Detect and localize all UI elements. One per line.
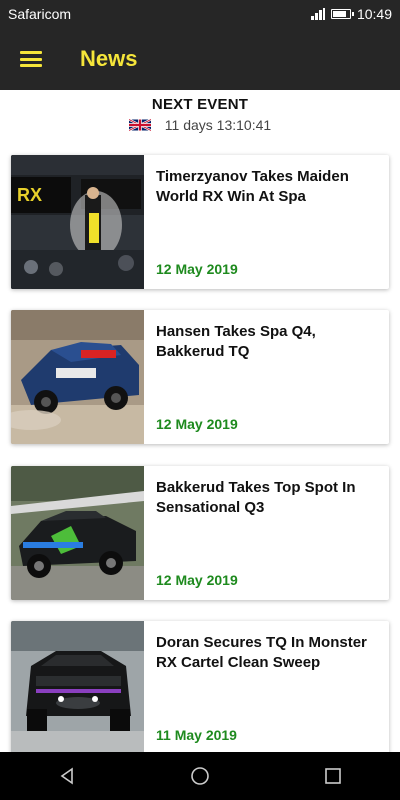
news-card[interactable]: RX Timerzyanov Takes Maiden World RX Win… bbox=[11, 155, 389, 289]
hamburger-menu-icon[interactable] bbox=[20, 51, 42, 67]
countdown-row: 11 days 13:10:41 bbox=[0, 117, 400, 133]
news-thumbnail: RX bbox=[11, 155, 144, 289]
signal-icon bbox=[310, 8, 325, 20]
news-title: Bakkerud Takes Top Spot In Sensational Q… bbox=[156, 479, 356, 516]
news-info: Hansen Takes Spa Q4, Bakkerud TQ 12 May … bbox=[144, 310, 389, 444]
app-bar: News bbox=[0, 28, 400, 90]
page-title: News bbox=[80, 46, 138, 71]
news-date: 11 May 2019 bbox=[156, 727, 237, 743]
battery-icon bbox=[330, 9, 354, 19]
status-icons: 10:49 bbox=[310, 6, 392, 22]
next-event-section: NEXT EVENT 11 days 13:10:41 bbox=[0, 96, 400, 133]
news-date: 12 May 2019 bbox=[156, 416, 238, 432]
status-bar: Safaricom 10:49 bbox=[0, 0, 400, 28]
news-title: Doran Secures TQ In Monster RX Cartel Cl… bbox=[156, 634, 367, 671]
recents-icon[interactable] bbox=[313, 756, 353, 796]
countdown-timer: 11 days 13:10:41 bbox=[164, 117, 272, 133]
news-thumbnail bbox=[11, 310, 144, 444]
svg-text:RX: RX bbox=[17, 185, 42, 205]
home-icon[interactable] bbox=[180, 756, 220, 796]
news-thumbnail bbox=[11, 621, 144, 755]
clock: 10:49 bbox=[356, 6, 392, 22]
back-icon[interactable] bbox=[47, 756, 87, 796]
uk-flag-icon bbox=[128, 118, 151, 132]
news-info: Doran Secures TQ In Monster RX Cartel Cl… bbox=[144, 621, 389, 755]
news-date: 12 May 2019 bbox=[156, 261, 238, 277]
news-card[interactable]: Doran Secures TQ In Monster RX Cartel Cl… bbox=[11, 621, 389, 755]
news-info: Bakkerud Takes Top Spot In Sensational Q… bbox=[144, 466, 389, 600]
news-title: Hansen Takes Spa Q4, Bakkerud TQ bbox=[156, 323, 316, 360]
news-card[interactable]: Hansen Takes Spa Q4, Bakkerud TQ 12 May … bbox=[11, 310, 389, 444]
news-thumbnail bbox=[11, 466, 144, 600]
news-card[interactable]: Bakkerud Takes Top Spot In Sensational Q… bbox=[11, 466, 389, 600]
news-date: 12 May 2019 bbox=[156, 572, 238, 588]
system-nav-bar bbox=[0, 752, 400, 800]
next-event-heading: NEXT EVENT bbox=[151, 96, 249, 113]
carrier-name: Safaricom bbox=[8, 6, 72, 22]
news-info: Timerzyanov Takes Maiden World RX Win At… bbox=[144, 155, 389, 289]
news-title: Timerzyanov Takes Maiden World RX Win At… bbox=[156, 168, 349, 205]
